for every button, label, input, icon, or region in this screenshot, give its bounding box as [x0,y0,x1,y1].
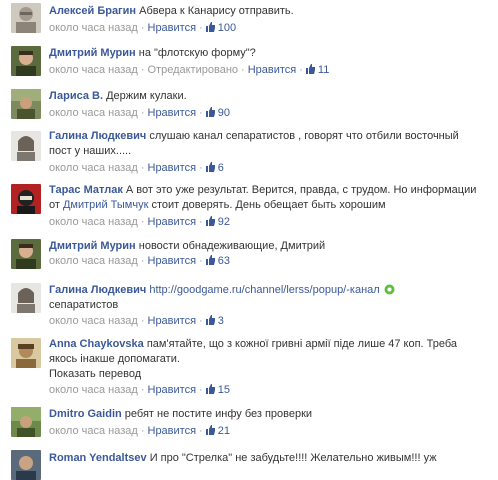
comment-author[interactable]: Дмитрий Мурин [49,47,136,59]
avatar[interactable] [11,131,41,161]
comment-author[interactable]: Anna Chaykovska [49,338,144,350]
comment-timestamp[interactable]: около часа назад [49,216,138,228]
separator: · [140,384,145,396]
comment-url-link[interactable]: http://goodgame.ru/channel/lerss/popup/-… [149,284,379,296]
separator: · [199,216,203,228]
comment-author[interactable]: Dmitro Gaidin [49,408,122,420]
like-count[interactable]: 21 [205,425,230,437]
separator: · [140,315,145,327]
comment-timestamp[interactable]: около часа назад [49,315,138,327]
separator: · [199,22,203,34]
avatar[interactable] [11,338,41,368]
like-button[interactable]: Нравится [148,216,197,228]
thumbs-up-icon [305,64,315,74]
thumbs-up-icon [205,255,215,265]
thumbs-up-icon [205,22,215,32]
comment-author[interactable]: Лариса В. [49,90,103,102]
separator: · [241,64,245,76]
like-count-value: 92 [217,216,230,228]
avatar[interactable] [11,3,41,33]
online-status-icon [384,284,395,295]
like-count-value: 11 [317,64,330,76]
mentioned-user-link[interactable]: Дмитрий Тымчук [63,199,148,211]
separator: · [199,255,203,267]
thumbs-up-icon [205,216,215,226]
comment-timestamp[interactable]: около часа назад [49,425,138,437]
separator: · [199,315,203,327]
like-count[interactable]: 3 [205,315,224,327]
comment-text: ребят не постите инфу без проверки [124,408,313,420]
thumbs-up-icon [205,384,215,394]
like-button[interactable]: Нравится [148,315,197,327]
separator: · [199,384,203,396]
like-count-value: 21 [217,425,230,437]
like-count[interactable]: 92 [205,216,230,228]
thumbs-up-icon [205,425,215,435]
like-button[interactable]: Нравится [148,107,197,119]
like-count-value: 63 [217,255,230,267]
comment-text: И про "Стрелка" не забудьте!!!! Желатель… [149,452,437,464]
like-count-value: 3 [217,315,224,327]
comment-timestamp[interactable]: около часа назад [49,255,138,267]
like-button[interactable]: Нравится [248,64,297,76]
comment-author[interactable]: Алексей Брагин [49,5,136,17]
separator: · [140,216,145,228]
separator: · [140,425,145,437]
avatar[interactable] [11,89,41,119]
like-count[interactable]: 100 [205,22,237,34]
like-count[interactable]: 63 [205,255,230,267]
avatar[interactable] [11,450,41,480]
avatar[interactable] [11,184,41,214]
separator: · [199,107,203,119]
comment-timestamp[interactable]: около часа назад [49,107,138,119]
separator: · [140,255,145,267]
comment-timestamp[interactable]: около часа назад [49,162,138,174]
comment-timestamp[interactable]: около часа назад [49,384,138,396]
thumbs-up-icon [205,107,215,117]
separator: · [140,107,145,119]
comment-text: Держим кулаки. [106,90,187,102]
separator: · [199,162,203,174]
like-count-value: 15 [217,384,230,396]
avatar[interactable] [11,407,41,437]
separator: · [140,64,145,76]
like-button[interactable]: Нравится [148,384,197,396]
like-count[interactable]: 6 [205,162,224,174]
scrollbar[interactable] [492,0,498,466]
like-count[interactable]: 11 [305,64,330,76]
separator: · [299,64,303,76]
show-translation-link[interactable]: Показать перевод [49,368,141,380]
like-count-value: 100 [217,22,237,34]
avatar[interactable] [11,46,41,76]
comment-text: на "флотскую форму"? [138,47,256,59]
separator: · [140,22,145,34]
avatar[interactable] [11,283,41,313]
like-button[interactable]: Нравится [148,255,197,267]
comment-author[interactable]: Дмитрий Мурин [49,240,136,252]
comment-feed: Алексей Брагин Абвера к Канарису отправи… [0,0,498,480]
comment-author[interactable]: Тарас Матлак [49,184,123,196]
avatar[interactable] [11,239,41,269]
like-button[interactable]: Нравится [148,162,197,174]
like-count[interactable]: 15 [205,384,230,396]
like-button[interactable]: Нравится [148,425,197,437]
separator: · [140,162,145,174]
like-count-value: 6 [217,162,224,174]
comment-author[interactable]: Галина Людкевич [49,130,146,142]
separator: · [199,425,203,437]
edited-label[interactable]: Отредактировано [148,64,239,76]
comment-text: новости обнадеживающие, Дмитрий [138,240,326,252]
thumbs-up-icon [205,162,215,172]
comment-timestamp[interactable]: около часа назад [49,64,138,76]
thumbs-up-icon [205,315,215,325]
comment-timestamp[interactable]: около часа назад [49,22,138,34]
comment-author[interactable]: Roman Yendaltsev [49,452,147,464]
comment-author[interactable]: Галина Людкевич [49,284,146,296]
like-button[interactable]: Нравится [148,22,197,34]
like-count-value: 90 [217,107,230,119]
comment-text-continued: стоит доверять. День обещает быть хороши… [151,199,386,211]
like-count[interactable]: 90 [205,107,230,119]
comment-text: Абвера к Канарису отправить. [139,5,294,17]
comment-text: сепаратистов [49,299,119,311]
